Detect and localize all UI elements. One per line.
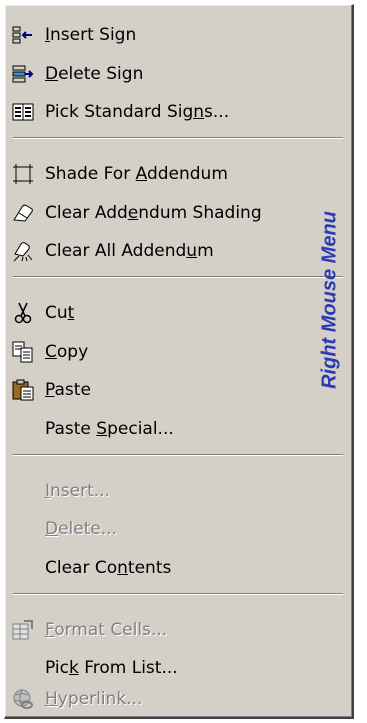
menu-item-copy[interactable]: Copy [11,338,88,366]
eraser-icon [11,201,35,225]
menu-item-clear-contents[interactable]: Clear Contents [11,554,171,582]
menu-item-paste[interactable]: Paste [11,376,91,404]
clear-all-icon [11,239,35,263]
menu-item-clear-all-addendum[interactable]: Clear All Addendum [11,237,214,265]
scissors-icon [11,301,35,325]
menu-separator [13,276,343,278]
menu-item-insert[interactable]: Insert... [11,477,110,505]
menu-item-format-cells[interactable]: Format Cells... [11,616,167,644]
menu-item-insert-sign[interactable]: Insert Sign [11,21,136,49]
format-cells-icon [11,618,35,642]
menu-item-cut[interactable]: Cut [11,299,74,327]
menu-separator [13,137,343,139]
copy-icon [11,340,35,364]
context-menu: Insert Sign Delete Sign Pick Standard Si… [4,4,354,719]
menu-item-paste-special[interactable]: Paste Special... [11,415,174,443]
pick-signs-icon [11,100,35,124]
menu-item-delete-sign[interactable]: Delete Sign [11,60,143,88]
right-mouse-menu-caption: Right Mouse Menu [318,211,341,389]
menu-item-delete[interactable]: Delete... [11,515,117,543]
menu-item-shade-for-addendum[interactable]: Shade For Addendum [11,160,228,188]
menu-item-hyperlink[interactable]: Hyperlink... [11,685,142,713]
hyperlink-icon [11,687,35,711]
shade-icon [11,162,35,186]
insert-sign-icon [11,23,35,47]
menu-item-clear-addendum-shading[interactable]: Clear Addendum Shading [11,199,262,227]
menu-item-pick-from-list[interactable]: Pick From List... [11,654,178,682]
menu-item-pick-standard-signs[interactable]: Pick Standard Signs... [11,98,229,126]
paste-icon [11,378,35,402]
menu-separator [13,593,343,595]
delete-sign-icon [11,62,35,86]
menu-separator [13,454,343,456]
